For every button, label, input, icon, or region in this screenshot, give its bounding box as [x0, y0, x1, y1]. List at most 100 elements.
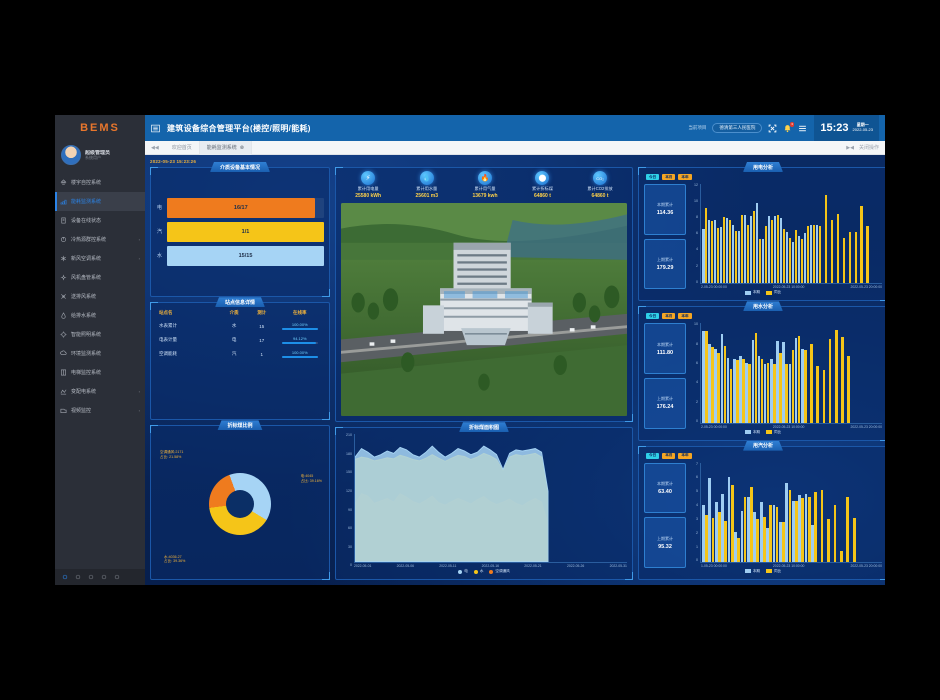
- media-fill: 16/17: [167, 197, 315, 218]
- bar-group-18: [809, 184, 816, 284]
- sidebar-item-11[interactable]: 变配电系统 ›: [55, 382, 145, 401]
- app-logo: BEMS: [80, 122, 120, 134]
- sidebar-item-2[interactable]: 设备在线状态: [55, 211, 145, 230]
- sidebar-item-4[interactable]: 新风空调系统 ›: [55, 249, 145, 268]
- legend-item-1[interactable]: 同比: [766, 569, 781, 574]
- bar-同比: [743, 496, 747, 562]
- bar-group-14: [791, 463, 798, 562]
- bar-group-10: [766, 463, 773, 562]
- column-header-1: 介质: [229, 310, 239, 316]
- area-y-tick: 120: [346, 489, 352, 494]
- legend-item-0[interactable]: 本期: [744, 290, 760, 295]
- fullscreen-icon[interactable]: [768, 124, 777, 133]
- period-button-0[interactable]: 今日: [646, 174, 660, 180]
- bar-group-12: [773, 184, 780, 284]
- period-button-0[interactable]: 今日: [646, 313, 660, 320]
- bar-group-27: [864, 184, 869, 284]
- site-name: 电表计量: [159, 337, 177, 343]
- area-legend-1[interactable]: 水: [473, 569, 483, 574]
- bar-同比: [724, 520, 728, 562]
- chevron-right-icon: ›: [138, 256, 140, 261]
- period-button-1[interactable]: 本月: [662, 452, 676, 459]
- tab-0[interactable]: 欢迎首页: [165, 140, 200, 155]
- user-profile[interactable]: 超级管理员 系统用户: [55, 141, 145, 171]
- bell-icon[interactable]: [75, 574, 81, 580]
- collapse-right-icon[interactable]: ▶◀: [846, 145, 854, 151]
- sidebar-item-label: 送排风系统: [71, 294, 97, 300]
- y-tick: 2: [696, 399, 698, 404]
- bar-group-26: [863, 323, 869, 422]
- table-row: 电表计量 电 17 94.12%: [156, 333, 324, 347]
- bar-group-4: [727, 463, 734, 562]
- sidebar-item-9[interactable]: 环境监测系统: [55, 344, 145, 363]
- eye-icon[interactable]: [62, 574, 68, 580]
- wrench-icon[interactable]: [114, 574, 120, 580]
- area-legend-2[interactable]: 空调通风: [489, 569, 510, 574]
- bar-group-23: [850, 463, 856, 562]
- user-role: 系统用户: [85, 154, 101, 160]
- legend-item-0[interactable]: 本期: [744, 569, 760, 574]
- bar-group-22: [843, 463, 850, 562]
- bar-group-11: [772, 463, 779, 562]
- bar-group-16: [797, 184, 804, 284]
- period-button-1[interactable]: 本月: [662, 313, 676, 320]
- y-tick: 10: [694, 322, 698, 327]
- bar-group-29: [876, 184, 881, 283]
- site-info-table: 站点名 介质 测计 在线率 水表累计 水 15 100.00% 电表计量 电 17 94.12% 空调…: [156, 308, 324, 361]
- coal-ratio-card: 折标煤比例 空调通风:2171 占比: 21.58% 水:4036.27 占比: 3…: [150, 425, 330, 580]
- period-button-2[interactable]: 本年: [678, 313, 692, 320]
- sidebar-item-0[interactable]: 楼宇自控系统: [55, 173, 145, 192]
- stat-value: 114.36: [656, 210, 674, 217]
- bar-group-13: [782, 323, 789, 423]
- list-icon[interactable]: [798, 124, 807, 133]
- stat-column: 本期累计 63.40 上期累计 95.32: [644, 462, 686, 568]
- period-button-0[interactable]: 今日: [646, 452, 660, 459]
- bar-group-15: [798, 463, 805, 562]
- project-selector[interactable]: 德清第三人民医院: [712, 123, 763, 133]
- bar-group-17: [811, 463, 817, 562]
- gear-icon[interactable]: [101, 574, 107, 580]
- sidebar-item-3[interactable]: 冷热源群控系统 ›: [55, 230, 145, 249]
- coal-area-chart-card: 折标煤面积图 210 180 150 120 90 60 30 0 2022-05-01 202…: [335, 427, 633, 580]
- sidebar-item-7[interactable]: 给排水系统: [55, 306, 145, 325]
- area-legend-0[interactable]: 电: [458, 569, 468, 574]
- close-ops-label[interactable]: 关闭操作: [859, 144, 879, 151]
- bar-group-8: [753, 463, 760, 562]
- period-button-1[interactable]: 本月: [662, 174, 676, 180]
- right-column: 用电分析 今日 本月 本年 本期累计 114.36 上期累计 179.29 12 10 8 6 4 2 0 2…: [638, 167, 885, 581]
- tab-1[interactable]: 能耗监测系统 ⊗: [199, 140, 252, 155]
- sidebar-item-6[interactable]: 送排风系统: [55, 287, 145, 306]
- sidebar-item-10[interactable]: 电梯监控系统: [55, 363, 145, 382]
- media-label: 水: [156, 253, 162, 260]
- tab-label: 能耗监测系统: [206, 145, 237, 151]
- bar-同比: [762, 516, 766, 562]
- kpi-1: 💧 累计用水量 25601 m3: [416, 171, 438, 199]
- period-button-2[interactable]: 本年: [678, 452, 692, 459]
- sidebar-item-5[interactable]: 风机盘管系统: [55, 268, 145, 287]
- legend-item-1[interactable]: 同比: [766, 290, 781, 295]
- stat-label: 上期累计: [657, 257, 673, 262]
- y-tick: 2: [696, 530, 698, 535]
- bar-group-4: [726, 323, 733, 423]
- bar-group-19: [820, 323, 826, 423]
- bar-group-24: [856, 463, 862, 562]
- rate-value: 100.00%: [291, 322, 308, 328]
- bar-group-8: [749, 184, 756, 284]
- sidebar-item-1[interactable]: 能耗监测系统: [55, 192, 145, 211]
- site-rate: 94.12%: [276, 333, 324, 347]
- collapse-left-icon[interactable]: ◀◀: [145, 145, 165, 151]
- close-icon[interactable]: ⊗: [240, 145, 244, 151]
- chart-plot: 10 8 6 4 2 0 2-05-23 00:00:00 2022-05-23 10:00:…: [689, 322, 882, 429]
- notification-bell[interactable]: 3: [783, 121, 795, 133]
- legend-item-1[interactable]: 同比: [766, 430, 781, 435]
- burger-icon[interactable]: [151, 124, 160, 133]
- sidebar-item-8[interactable]: 智能照明系统: [55, 325, 145, 344]
- area-chart-legend: 电 水 空调通风: [341, 568, 627, 574]
- energy-icon: [60, 198, 67, 205]
- bar-group-2: [714, 323, 720, 423]
- legend-item-0[interactable]: 本期: [744, 430, 760, 435]
- bar-group-14: [785, 184, 792, 284]
- period-button-2[interactable]: 本年: [678, 174, 692, 180]
- sidebar-item-12[interactable]: 视频监控 ›: [55, 401, 145, 420]
- chart-icon[interactable]: [88, 574, 94, 580]
